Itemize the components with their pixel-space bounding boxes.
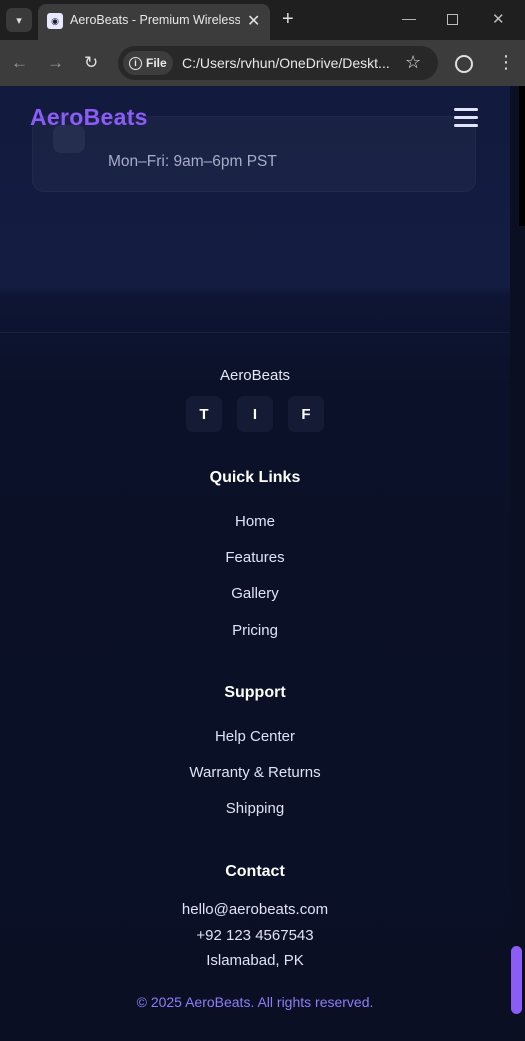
reload-icon[interactable]: ↻	[84, 53, 98, 73]
social-twitter-button[interactable]: T	[186, 396, 222, 432]
file-chip-label: File	[146, 56, 167, 70]
browser-toolbar: ← → ↻ i File C:/Users/rvhun/OneDrive/Des…	[0, 40, 525, 86]
new-tab-button[interactable]: +	[282, 8, 294, 30]
tab-title: AeroBeats - Premium Wireless Headphones	[70, 13, 240, 27]
scrollbar-thumb[interactable]	[511, 946, 522, 1014]
page-viewport: Mon–Fri: 9am–6pm PST AeroBeats AeroBeats…	[0, 86, 510, 1041]
business-hours: Mon–Fri: 9am–6pm PST	[108, 153, 277, 170]
forward-arrow-icon[interactable]: →	[47, 53, 64, 73]
site-logo[interactable]: AeroBeats	[30, 104, 148, 131]
contact-location: Islamabad, PK	[206, 952, 304, 969]
hamburger-menu-icon[interactable]	[454, 108, 478, 128]
contact-email[interactable]: hello@aerobeats.com	[0, 901, 510, 918]
footer-link-gallery[interactable]: Gallery	[0, 585, 510, 602]
copyright: © 2025 AeroBeats. All rights reserved.	[136, 994, 374, 1010]
contact-phone: +92 123 4567543	[196, 927, 314, 944]
favicon-icon: ◉	[47, 13, 63, 29]
site-header: AeroBeats	[0, 86, 510, 148]
site-info-chip[interactable]: i File	[123, 51, 173, 75]
quick-links-heading: Quick Links	[209, 469, 301, 486]
browser-menu-icon[interactable]: ⋮	[497, 52, 515, 73]
window-close-icon[interactable]: ✕	[492, 10, 505, 28]
maximize-icon[interactable]	[447, 14, 458, 25]
browser-tab[interactable]: ◉ AeroBeats - Premium Wireless Headphone…	[38, 4, 270, 40]
section-divider	[0, 332, 510, 333]
footer-link-shipping[interactable]: Shipping	[0, 800, 510, 817]
browser-tab-bar: ▾ ◉ AeroBeats - Premium Wireless Headpho…	[0, 0, 525, 40]
footer-link-help-center[interactable]: Help Center	[0, 728, 510, 745]
bookmark-star-icon[interactable]: ☆	[405, 52, 421, 73]
info-icon: i	[129, 56, 142, 70]
address-bar[interactable]: i File C:/Users/rvhun/OneDrive/Deskt... …	[118, 46, 438, 80]
footer-link-features[interactable]: Features	[0, 549, 510, 566]
footer-brand: AeroBeats	[219, 367, 291, 384]
social-links: T I F	[0, 396, 510, 432]
footer-link-warranty[interactable]: Warranty & Returns	[0, 764, 510, 781]
contact-heading: Contact	[225, 863, 285, 880]
minimize-icon[interactable]: —	[402, 10, 416, 26]
social-instagram-button[interactable]: I	[237, 396, 273, 432]
footer-link-pricing[interactable]: Pricing	[0, 622, 510, 639]
social-facebook-button[interactable]: F	[288, 396, 324, 432]
footer-link-home[interactable]: Home	[0, 513, 510, 530]
scrollbar-track[interactable]	[510, 86, 525, 1041]
support-heading: Support	[224, 684, 286, 701]
tab-search-chevron-icon[interactable]: ▾	[6, 8, 32, 32]
tab-close-icon[interactable]: ✕	[247, 11, 260, 31]
window-edge	[519, 86, 525, 226]
url-text[interactable]: C:/Users/rvhun/OneDrive/Deskt...	[182, 55, 396, 71]
profile-icon[interactable]	[455, 55, 473, 73]
back-arrow-icon[interactable]: ←	[11, 53, 28, 73]
